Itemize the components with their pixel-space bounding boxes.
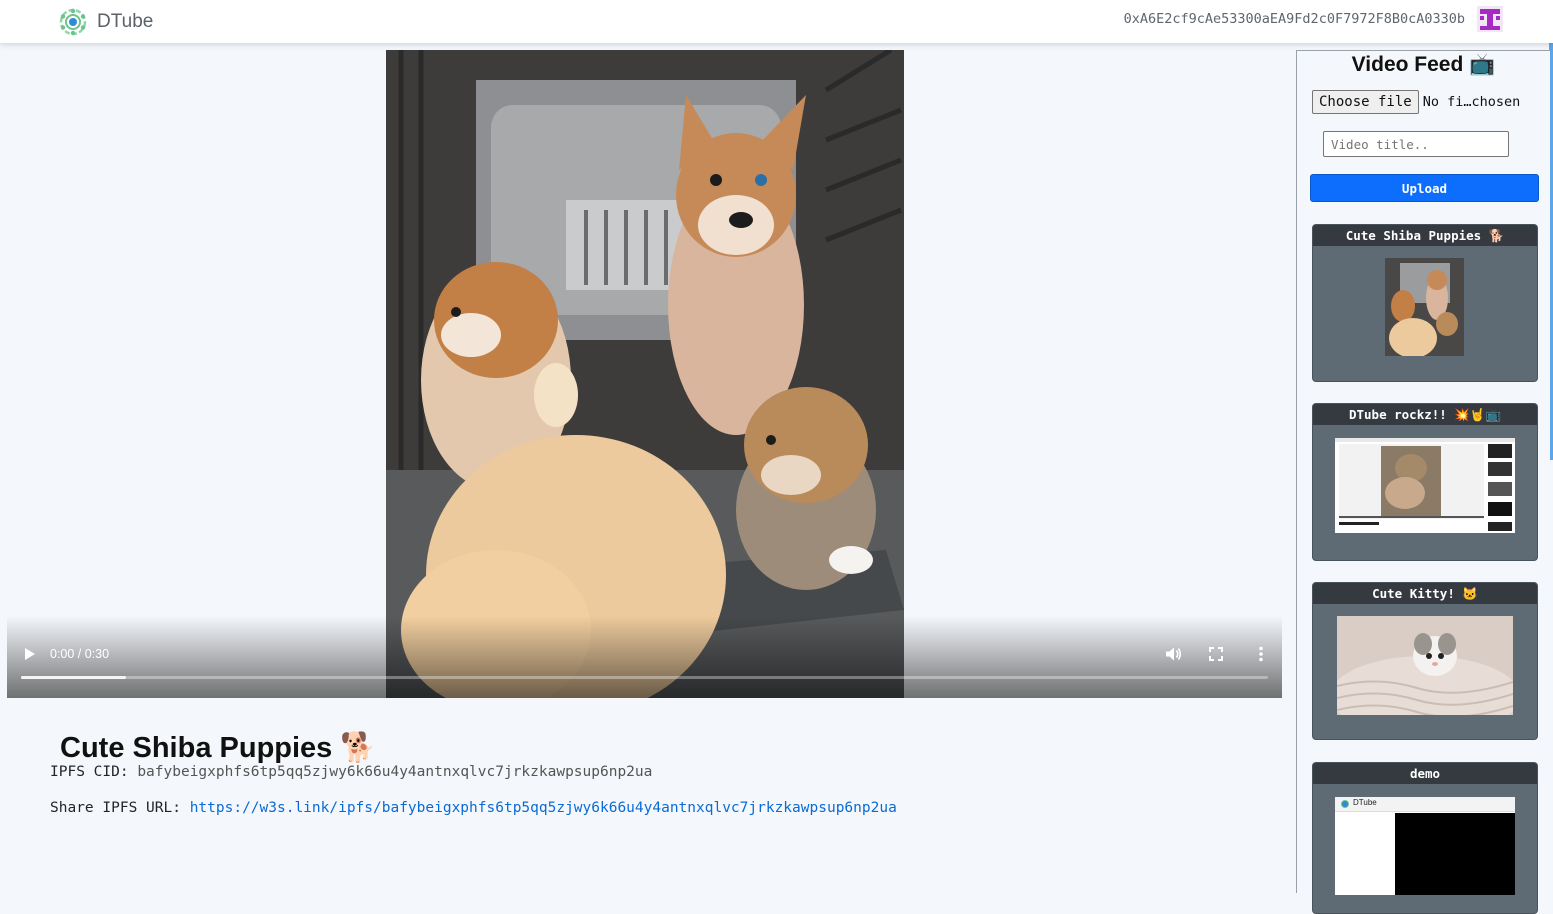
account-identicon-icon [1477, 6, 1503, 32]
upload-button[interactable]: Upload [1310, 174, 1539, 202]
more-options-icon[interactable] [1253, 645, 1269, 663]
video-card-title: Cute Shiba Puppies 🐕 [1313, 225, 1537, 246]
share-url-label: Share IPFS URL: [50, 800, 181, 816]
player-controls [7, 616, 1282, 698]
dtube-logo-icon [59, 8, 87, 36]
playback-time: 0:00 / 0:30 [50, 647, 110, 661]
brand-link[interactable]: DTube [58, 7, 153, 37]
volume-icon[interactable] [1164, 645, 1182, 663]
video-card-title: demo [1313, 763, 1537, 784]
video-thumbnail [1337, 616, 1513, 715]
brand-name: DTube [97, 11, 154, 32]
play-icon[interactable] [21, 646, 37, 662]
video-title-input[interactable] [1323, 131, 1509, 157]
ipfs-cid-row: IPFS CID: bafybeigxphfs6tp5qq5zjwy6k66u4… [50, 764, 652, 780]
video-card-title: DTube rockz!! 💥🤘📺 [1313, 404, 1537, 425]
video-player[interactable]: 0:00 / 0:30 [7, 50, 1282, 698]
share-url-link[interactable]: https://w3s.link/ipfs/bafybeigxphfs6tp5q… [190, 800, 897, 816]
share-url-row: Share IPFS URL: https://w3s.link/ipfs/ba… [50, 800, 897, 816]
video-card[interactable]: DTube rockz!! 💥🤘📺 [1312, 403, 1538, 561]
account-address: 0xA6E2cf9cAe53300aEA9Fd2c0F7972F8B0cA033… [1123, 11, 1465, 27]
video-feed-title: Video Feed 📺 [1351, 53, 1496, 76]
video-title: Cute Shiba Puppies 🐕 [60, 732, 377, 765]
demo-thumb-brand: DTube [1353, 798, 1377, 807]
choose-file-button[interactable]: Choose file [1312, 90, 1419, 114]
navbar: DTube 0xA6E2cf9cAe53300aEA9Fd2c0F7972F8B… [0, 0, 1553, 43]
ipfs-cid-value: bafybeigxphfs6tp5qq5zjwy6k66u4y4antnxqlv… [137, 764, 653, 780]
video-frame[interactable] [386, 50, 904, 698]
demo-thumb-video [1395, 813, 1515, 895]
fullscreen-icon[interactable] [1208, 646, 1224, 662]
dtube-logo-icon [1341, 800, 1349, 808]
video-card[interactable]: Cute Shiba Puppies 🐕 [1312, 224, 1538, 382]
video-feed-sidebar: Video Feed 📺 Choose file No fi…chosen Up… [1296, 50, 1550, 914]
file-status: No fi…chosen [1422, 94, 1521, 110]
file-picker: Choose file No fi…chosen [1312, 90, 1520, 114]
video-card[interactable]: Cute Kitty! 🐱 [1312, 582, 1538, 740]
progress-bar-fill [21, 676, 126, 679]
video-still-shiba-puppies [386, 50, 904, 698]
video-thumbnail [1335, 438, 1515, 533]
demo-thumb-navbar: DTube [1335, 797, 1515, 812]
progress-bar[interactable] [21, 676, 1268, 679]
video-thumbnail [1385, 258, 1464, 356]
video-card[interactable]: demo DTube [1312, 762, 1538, 914]
video-card-title: Cute Kitty! 🐱 [1313, 583, 1537, 604]
ipfs-cid-label: IPFS CID: [50, 764, 129, 780]
video-thumbnail: DTube [1335, 797, 1515, 895]
